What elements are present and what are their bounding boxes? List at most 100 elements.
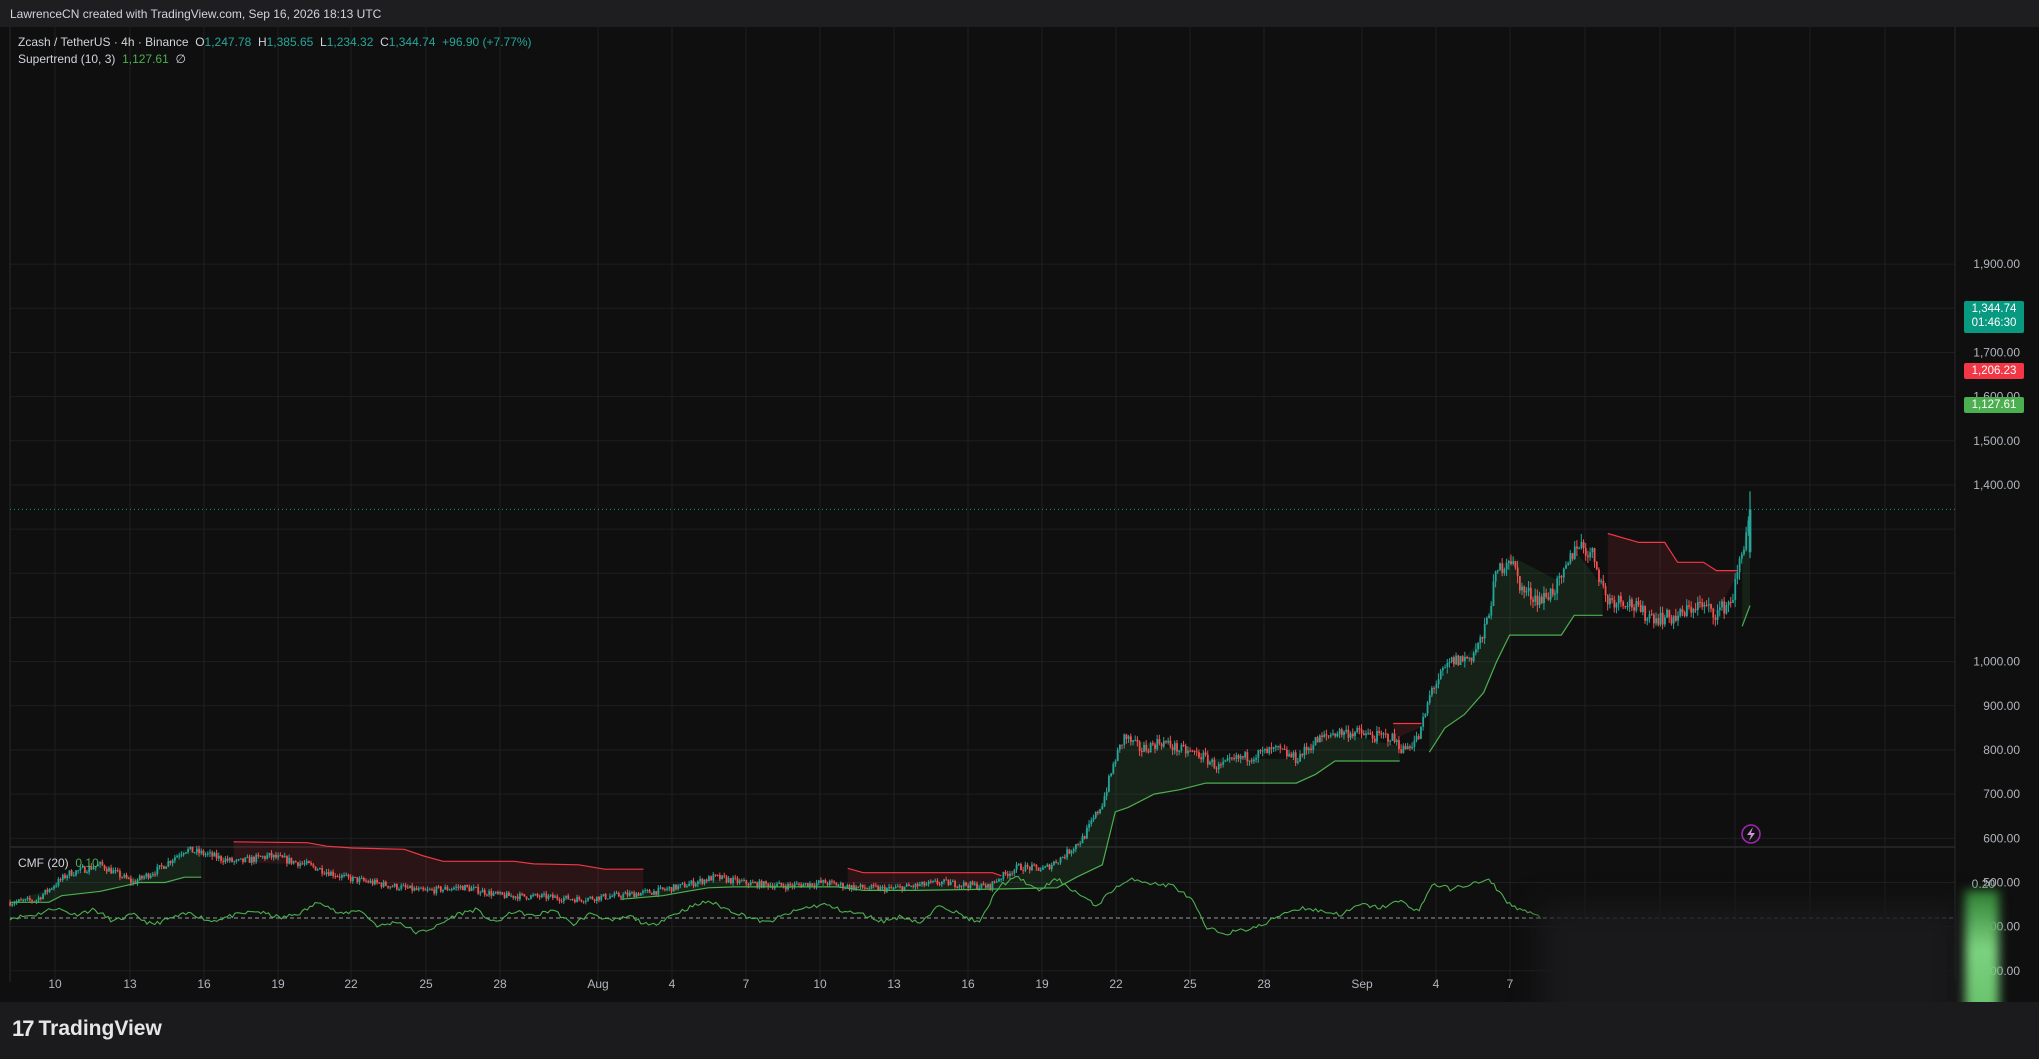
candle-body: [1648, 614, 1651, 619]
candle-body: [872, 884, 875, 886]
candle-body: [1220, 764, 1222, 766]
candle-body: [661, 887, 664, 890]
candle-body: [815, 882, 818, 887]
price-tick-label: 1,700.00: [1973, 345, 2020, 359]
candle-body: [334, 875, 337, 877]
candle-body: [683, 883, 686, 888]
candle-body: [947, 879, 950, 886]
candle-body: [971, 881, 974, 885]
candle-body: [1048, 864, 1051, 870]
candle-body: [59, 879, 62, 881]
candle-body: [1167, 740, 1170, 743]
candle-body: [1490, 605, 1493, 616]
candle-body: [1534, 595, 1537, 602]
candle-body: [37, 897, 40, 901]
candle-body: [1703, 605, 1706, 607]
candle-body: [35, 900, 38, 902]
candle-body: [158, 865, 161, 867]
candle-body: [11, 904, 14, 906]
time-tick-label: 13: [123, 977, 137, 991]
candle-body: [1727, 601, 1730, 606]
candle-body: [297, 862, 299, 867]
symbol-legend[interactable]: Zcash / TetherUS · 4h · Binance O1,247.7…: [18, 35, 532, 49]
candle-body: [242, 858, 244, 863]
candle-body: [1321, 735, 1323, 738]
candle-body: [1286, 749, 1288, 757]
candle-body: [1009, 873, 1011, 877]
candle-body: [1182, 744, 1185, 747]
candle-body: [1050, 864, 1053, 870]
candle-body: [338, 876, 341, 878]
candle-body: [1028, 866, 1031, 871]
candle-body: [389, 886, 392, 888]
candle-body: [1716, 609, 1719, 620]
candle-body: [367, 881, 370, 883]
candle-body: [1683, 612, 1686, 616]
candle-body: [969, 881, 972, 888]
candle-body: [68, 870, 71, 876]
candle-body: [980, 883, 983, 888]
candle-body: [817, 880, 820, 883]
tradingview-logo[interactable]: 17 TradingView: [12, 1016, 162, 1042]
candle-body: [472, 887, 475, 889]
candle-body: [259, 855, 262, 857]
candle-body: [286, 856, 288, 864]
candle-body: [228, 857, 231, 861]
candle-body: [1692, 609, 1695, 613]
candle-body: [795, 883, 798, 885]
candle-body: [602, 894, 605, 897]
candle-body: [1244, 752, 1247, 758]
candle-body: [1011, 873, 1014, 875]
price-tick-label: 900.00: [1983, 699, 2020, 713]
candle-body: [681, 883, 684, 885]
candle-body: [1206, 754, 1209, 765]
candle-body: [894, 887, 897, 889]
candle-body: [442, 889, 444, 892]
candle-body: [86, 872, 88, 874]
candle-body: [22, 900, 25, 902]
candle-body: [1173, 743, 1176, 751]
candle-body: [668, 887, 671, 889]
candle-body: [1668, 609, 1671, 618]
candle-body: [1325, 734, 1328, 736]
last-price-tag: 1,344.74 01:46:30: [1964, 301, 2024, 333]
candle-body: [1246, 752, 1249, 762]
candle-body: [714, 874, 717, 876]
candle-body: [132, 881, 135, 883]
candle-body: [1435, 684, 1438, 689]
candle-body: [42, 894, 44, 900]
candle-body: [1134, 739, 1137, 741]
candle-body: [984, 885, 987, 888]
supertrend-legend[interactable]: Supertrend (10, 3) 1,127.61 ∅: [18, 52, 186, 66]
chart-canvas[interactable]: 1,900.001,800.001,700.001,600.001,500.00…: [0, 0, 2039, 1059]
candle-body: [732, 877, 735, 884]
candle-body: [672, 884, 675, 892]
candle-body: [995, 881, 998, 883]
candle-body: [1081, 836, 1084, 844]
candle-body: [1507, 561, 1510, 564]
candle-body: [433, 889, 436, 894]
candle-body: [1004, 872, 1007, 874]
candle-body: [1277, 745, 1280, 747]
candle-body: [712, 874, 715, 881]
candle-body: [646, 890, 649, 892]
candle-body: [55, 885, 58, 887]
cmf-legend[interactable]: CMF (20) 0.10: [18, 856, 99, 870]
candle-body: [1494, 571, 1497, 582]
candle-body: [1646, 618, 1649, 621]
candle-body: [1514, 561, 1517, 568]
candle-body: [1297, 761, 1299, 763]
candle-body: [1475, 649, 1477, 653]
candle-body: [1187, 750, 1189, 754]
candle-body: [1395, 740, 1398, 743]
candle-body: [1554, 593, 1556, 595]
candle-body: [112, 870, 115, 874]
candle-body: [1707, 604, 1710, 606]
candle-body: [1191, 750, 1194, 752]
candle-body: [457, 886, 460, 888]
candle-body: [639, 892, 642, 896]
candle-body: [912, 886, 915, 888]
candle-body: [1389, 740, 1392, 742]
candle-body: [633, 892, 636, 898]
candle-body: [1020, 864, 1022, 871]
